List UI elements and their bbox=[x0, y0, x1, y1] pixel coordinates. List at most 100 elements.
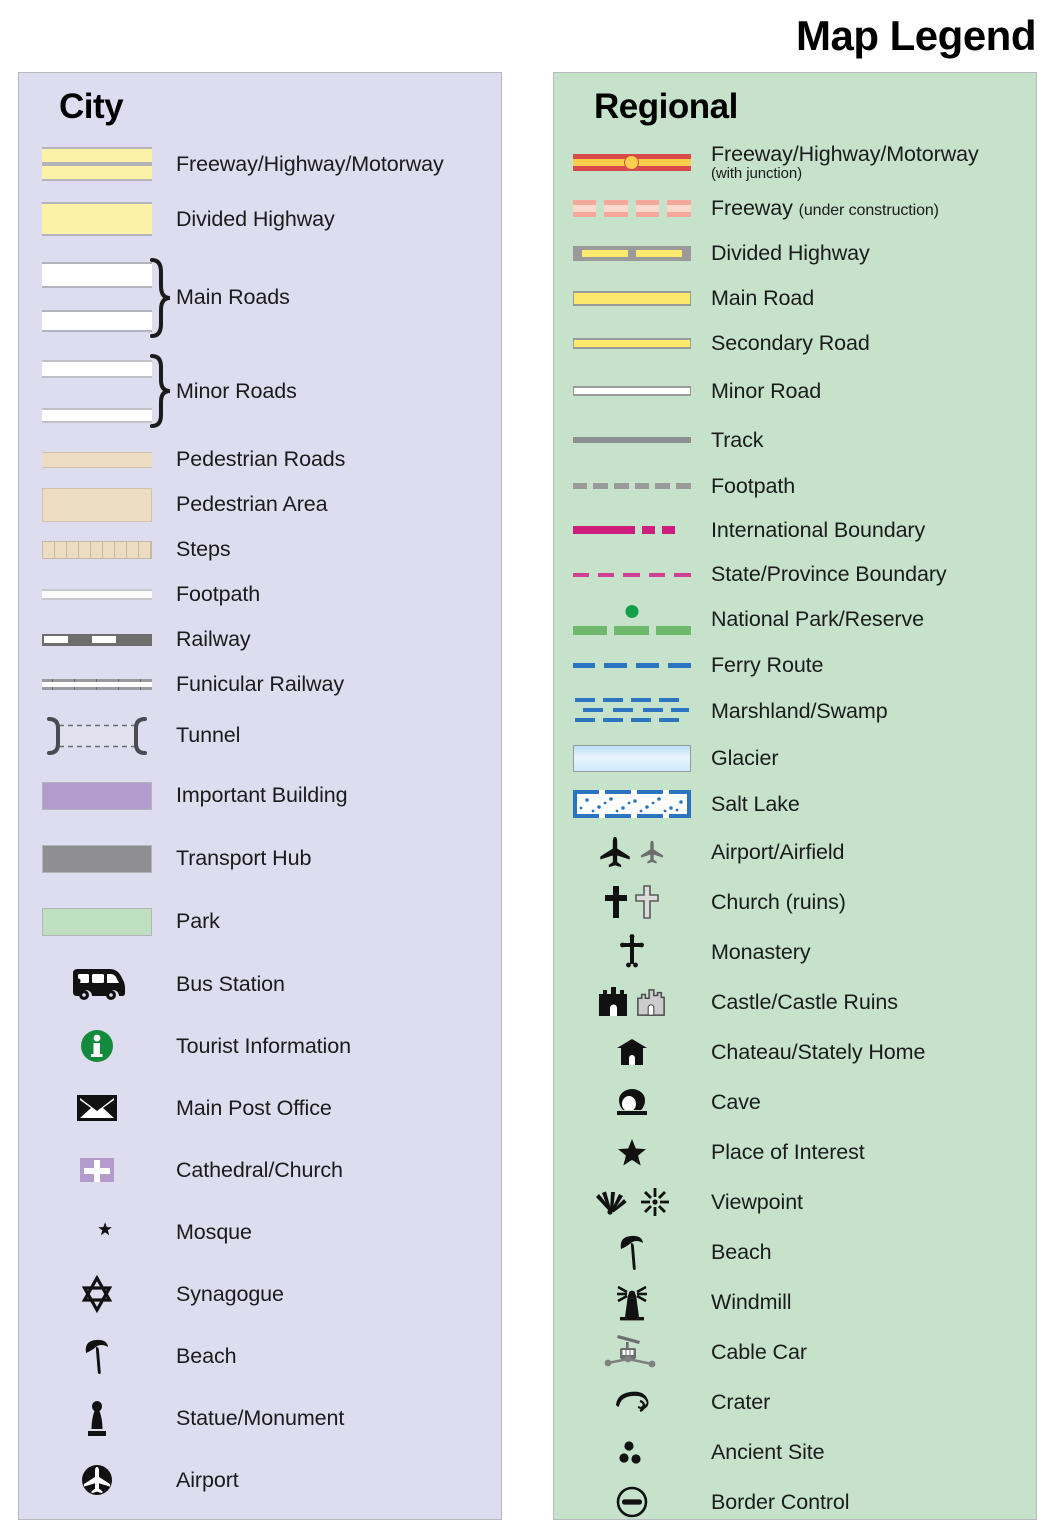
list-item[interactable]: Freeway/Highway/Motorway bbox=[19, 139, 501, 189]
list-item[interactable]: Tunnel bbox=[19, 707, 501, 764]
list-item[interactable]: Beach bbox=[554, 1227, 1036, 1277]
list-item[interactable]: Salt Lake bbox=[554, 781, 1036, 827]
list-item[interactable]: Airport/Airfield bbox=[554, 827, 1036, 877]
list-item-label: Pedestrian Roads bbox=[176, 447, 346, 472]
list-item-label: Freeway/Highway/Motorway (with junction) bbox=[709, 143, 979, 181]
list-item[interactable]: Cave bbox=[554, 1077, 1036, 1127]
list-item[interactable]: National Park/Reserve bbox=[554, 597, 1036, 642]
list-item[interactable]: Airport bbox=[19, 1449, 501, 1511]
city-footpath-swatch bbox=[19, 580, 174, 610]
list-item-label: Airport/Airfield bbox=[711, 839, 845, 864]
chateau-icon bbox=[554, 1037, 709, 1067]
list-item[interactable]: Main Post Office bbox=[19, 1077, 501, 1139]
list-item-label: Footpath bbox=[176, 582, 261, 607]
list-item[interactable]: Ancient Site bbox=[554, 1427, 1036, 1477]
list-item[interactable]: International Boundary bbox=[554, 508, 1036, 552]
list-item-label: Glacier bbox=[711, 745, 779, 770]
list-item[interactable]: Ferry Route bbox=[554, 642, 1036, 688]
list-item[interactable]: Church (ruins) bbox=[554, 877, 1036, 927]
state-boundary-swatch bbox=[554, 560, 709, 590]
list-item[interactable]: Footpath bbox=[554, 464, 1036, 508]
city-pedestrian-road-swatch bbox=[19, 445, 174, 475]
list-item[interactable]: Minor Roads bbox=[19, 345, 501, 437]
list-item[interactable]: Minor Road bbox=[554, 366, 1036, 416]
list-item[interactable]: Windmill bbox=[554, 1277, 1036, 1327]
list-item[interactable]: Track bbox=[554, 416, 1036, 464]
list-item[interactable]: State/Province Boundary bbox=[554, 552, 1036, 597]
regional-divided-highway-swatch bbox=[554, 239, 709, 269]
list-item-label: Windmill bbox=[711, 1289, 792, 1314]
list-item[interactable]: Funicular Railway bbox=[19, 662, 501, 707]
list-item-label: Cathedral/Church bbox=[176, 1157, 343, 1182]
list-item-label: Marshland/Swamp bbox=[711, 699, 888, 724]
list-item-label: Important Building bbox=[176, 783, 348, 808]
list-item[interactable]: Transport Hub bbox=[19, 827, 501, 890]
list-item[interactable]: Bus Station bbox=[19, 953, 501, 1015]
list-item[interactable]: Steps bbox=[19, 527, 501, 572]
list-item-title: Freeway bbox=[711, 196, 793, 221]
list-item-label: Church (ruins) bbox=[711, 889, 846, 914]
regional-footpath-swatch bbox=[554, 471, 709, 501]
information-icon bbox=[19, 1026, 174, 1066]
crater-icon bbox=[554, 1387, 709, 1417]
list-item-label: Main Road bbox=[711, 286, 815, 311]
list-item[interactable]: Freeway (under construction) bbox=[554, 186, 1036, 231]
bus-icon bbox=[19, 967, 174, 1001]
list-item[interactable]: Statue/Monument bbox=[19, 1387, 501, 1449]
list-item[interactable]: Cathedral/Church bbox=[19, 1139, 501, 1201]
list-item[interactable]: Synagogue bbox=[19, 1263, 501, 1325]
list-item[interactable]: Pedestrian Roads bbox=[19, 437, 501, 482]
list-item[interactable]: Pedestrian Area bbox=[19, 482, 501, 527]
list-item-label: Track bbox=[711, 427, 764, 452]
list-item[interactable]: Main Road bbox=[554, 276, 1036, 321]
list-item[interactable]: Railway bbox=[19, 617, 501, 662]
list-item[interactable]: Secondary Road bbox=[554, 321, 1036, 366]
list-item[interactable]: Place of Interest bbox=[554, 1127, 1036, 1177]
city-funicular-swatch bbox=[19, 670, 174, 700]
page-title: Map Legend bbox=[795, 12, 1037, 59]
city-pedestrian-area-swatch bbox=[19, 487, 174, 522]
statue-icon bbox=[19, 1399, 174, 1437]
list-item[interactable]: Important Building bbox=[19, 764, 501, 827]
airplane-icon bbox=[554, 836, 709, 868]
list-item[interactable]: Main Roads bbox=[19, 249, 501, 345]
list-item[interactable]: Marshland/Swamp bbox=[554, 688, 1036, 735]
list-item[interactable]: Monastery bbox=[554, 927, 1036, 977]
list-item[interactable]: Viewpoint bbox=[554, 1177, 1036, 1227]
salt-lake-swatch bbox=[554, 789, 709, 819]
regional-panel-heading: Regional bbox=[594, 87, 738, 126]
regional-legend-panel: Regional Freeway/Highway/Motorway (with … bbox=[553, 72, 1037, 1520]
list-item[interactable]: Chateau/Stately Home bbox=[554, 1027, 1036, 1077]
list-item[interactable]: Crater bbox=[554, 1377, 1036, 1427]
list-item[interactable]: Park bbox=[19, 890, 501, 953]
list-item-label: Mosque bbox=[176, 1219, 252, 1244]
list-item[interactable]: Cable Car bbox=[554, 1327, 1036, 1377]
list-item-label: Park bbox=[176, 909, 220, 934]
regional-secondary-road-swatch bbox=[554, 329, 709, 359]
viewpoint-icon bbox=[554, 1187, 709, 1217]
list-item[interactable]: Glacier bbox=[554, 735, 1036, 781]
list-item[interactable]: Footpath bbox=[19, 572, 501, 617]
list-item-label: Salt Lake bbox=[711, 791, 800, 816]
list-item[interactable]: Mosque bbox=[19, 1201, 501, 1263]
list-item-label: Beach bbox=[711, 1239, 772, 1264]
list-item-label: Chateau/Stately Home bbox=[711, 1039, 926, 1064]
glacier-swatch bbox=[554, 743, 709, 773]
list-item-label: Synagogue bbox=[176, 1281, 284, 1306]
list-item[interactable]: Divided Highway bbox=[554, 231, 1036, 276]
list-item-label: Minor Road bbox=[711, 378, 822, 403]
list-item-label: Tunnel bbox=[176, 723, 241, 748]
list-item[interactable]: Freeway/Highway/Motorway (with junction) bbox=[554, 139, 1036, 186]
beach-umbrella-icon bbox=[554, 1233, 709, 1271]
list-item[interactable]: Beach bbox=[19, 1325, 501, 1387]
city-steps-swatch bbox=[19, 535, 174, 565]
beach-umbrella-icon bbox=[19, 1337, 174, 1375]
list-item-label: Monastery bbox=[711, 939, 811, 964]
list-item[interactable]: Tourist Information bbox=[19, 1015, 501, 1077]
list-item-label: Main Roads bbox=[176, 284, 290, 309]
city-transport-hub-swatch bbox=[19, 844, 174, 874]
list-item[interactable]: Border Control bbox=[554, 1477, 1036, 1527]
list-item[interactable]: Castle/Castle Ruins bbox=[554, 977, 1036, 1027]
city-panel-heading: City bbox=[59, 87, 124, 126]
list-item[interactable]: Divided Highway bbox=[19, 189, 501, 249]
